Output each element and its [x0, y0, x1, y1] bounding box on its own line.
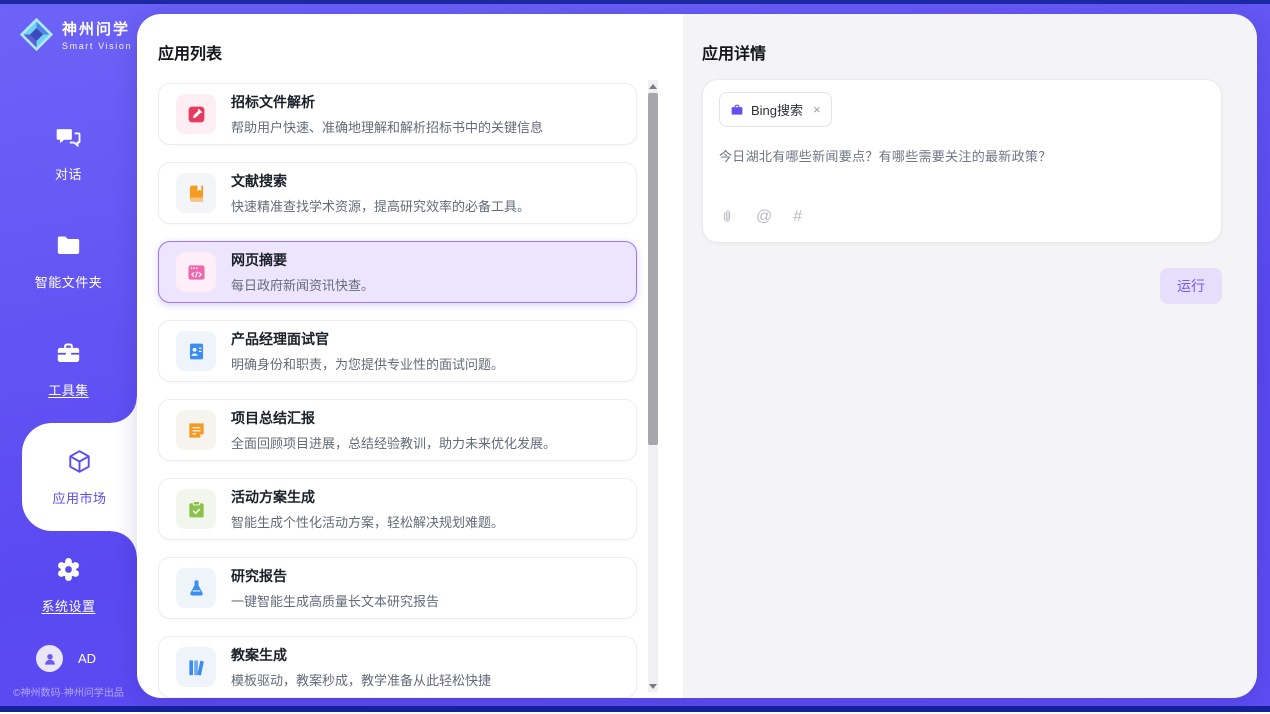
- paperclip-icon[interactable]: [719, 209, 735, 225]
- app-card-title: 活动方案生成: [231, 487, 504, 507]
- app-card-title: 产品经理面试官: [231, 329, 504, 349]
- sidebar-item-label: 对话: [55, 164, 82, 183]
- app-card-description: 全面回顾项目进展，总结经验教训，助力未来优化发展。: [231, 433, 556, 452]
- report-note-icon: [176, 410, 216, 450]
- app-card-title: 网页摘要: [231, 250, 374, 270]
- tool-tag-label: Bing搜索: [751, 100, 803, 119]
- prompt-input[interactable]: 今日湖北有哪些新闻要点？有哪些需要关注的最新政策？: [719, 146, 1205, 208]
- app-card-title: 招标文件解析: [231, 92, 543, 112]
- brand-diamond-icon: [18, 16, 55, 53]
- tag-close-icon[interactable]: ×: [813, 103, 821, 116]
- app-card[interactable]: 项目总结汇报 全面回顾项目进展，总结经验教训，助力未来优化发展。: [158, 399, 637, 461]
- app-card[interactable]: 文献搜索 快速精准查找学术资源，提高研究效率的必备工具。: [158, 162, 637, 224]
- sidebar-nav: 对话 智能文件夹 工具集: [0, 99, 137, 639]
- tool-tag-bing-search[interactable]: Bing搜索 ×: [719, 92, 832, 127]
- app-list-panel: 应用列表 招标文件解析 帮助用户快速、准确地理解和解析招标书中的关键信息: [137, 14, 683, 698]
- run-button[interactable]: 运行: [1160, 268, 1222, 304]
- scroll-down-arrow[interactable]: [648, 681, 658, 691]
- book-icon: [176, 173, 216, 213]
- clipboard-check-icon: [176, 489, 216, 529]
- toolbox-icon: [55, 340, 82, 372]
- browser-code-icon: [176, 252, 216, 292]
- user-row[interactable]: AD: [36, 645, 96, 672]
- interview-person-icon: [176, 331, 216, 371]
- app-background: 神州问学 Smart Vision 对话 智能文件夹: [0, 4, 1270, 706]
- app-card-title: 研究报告: [231, 566, 439, 586]
- app-card-list: 招标文件解析 帮助用户快速、准确地理解和解析招标书中的关键信息 文献搜索 快速精…: [158, 83, 637, 698]
- sidebar-item-app-market[interactable]: 应用市场: [22, 423, 137, 531]
- sidebar-item-label: 系统设置: [41, 596, 95, 615]
- app-card-description: 智能生成个性化活动方案，轻松解决规划难题。: [231, 512, 504, 531]
- avatar: [36, 645, 63, 672]
- app-detail-title: 应用详情: [702, 40, 1222, 64]
- list-scrollbar[interactable]: [648, 80, 658, 692]
- scroll-up-arrow[interactable]: [648, 81, 658, 91]
- gear-icon: [55, 556, 82, 588]
- run-row: 运行: [702, 268, 1222, 304]
- folder-icon: [55, 232, 82, 264]
- app-list-title: 应用列表: [158, 40, 637, 64]
- app-card-title: 项目总结汇报: [231, 408, 556, 428]
- app-card-title: 文献搜索: [231, 171, 530, 191]
- app-card[interactable]: 研究报告 一键智能生成高质量长文本研究报告: [158, 557, 637, 619]
- brand-name: 神州问学: [62, 18, 132, 39]
- sidebar-item-label: 应用市场: [52, 488, 106, 507]
- chat-icon: [55, 124, 82, 156]
- user-label: AD: [78, 651, 96, 666]
- books-icon: [176, 647, 216, 687]
- main-content: 应用列表 招标文件解析 帮助用户快速、准确地理解和解析招标书中的关键信息: [137, 14, 1257, 698]
- app-window: 神州问学 Smart Vision 对话 智能文件夹: [0, 0, 1270, 714]
- app-card-description: 快速精准查找学术资源，提高研究效率的必备工具。: [231, 196, 530, 215]
- app-detail-panel: 应用详情 Bing搜索 × 今日湖北有哪些新闻要点？有哪些需要关注的最新政策？ …: [683, 14, 1257, 698]
- app-card-description: 帮助用户快速、准确地理解和解析招标书中的关键信息: [231, 117, 543, 136]
- sidebar-item-label: 工具集: [48, 380, 89, 399]
- app-card-description: 一键智能生成高质量长文本研究报告: [231, 591, 439, 610]
- brand: 神州问学 Smart Vision: [0, 4, 137, 53]
- hash-icon[interactable]: #: [793, 208, 802, 226]
- app-card[interactable]: 招标文件解析 帮助用户快速、准确地理解和解析招标书中的关键信息: [158, 83, 637, 145]
- app-card-description: 模板驱动，教案秒成，教学准备从此轻松快捷: [231, 670, 491, 689]
- brand-subtitle: Smart Vision: [62, 41, 132, 51]
- attachment-toolbar: @ #: [719, 208, 1205, 228]
- app-card[interactable]: 网页摘要 每日政府新闻资讯快查。: [158, 241, 637, 303]
- briefcase-icon: [730, 103, 744, 117]
- cube-icon: [66, 448, 93, 480]
- app-card-description: 每日政府新闻资讯快查。: [231, 275, 374, 294]
- sidebar: 神州问学 Smart Vision 对话 智能文件夹: [0, 4, 137, 706]
- scrollbar-thumb[interactable]: [648, 93, 658, 445]
- app-card[interactable]: 产品经理面试官 明确身份和职责，为您提供专业性的面试问题。: [158, 320, 637, 382]
- sidebar-item-system-settings[interactable]: 系统设置: [0, 531, 137, 639]
- sidebar-item-smart-folders[interactable]: 智能文件夹: [0, 207, 137, 315]
- copyright-text: ©神州数码·神州问学出品: [0, 684, 137, 699]
- at-mention-icon[interactable]: @: [756, 208, 772, 226]
- app-card-title: 教案生成: [231, 645, 491, 665]
- prompt-card: Bing搜索 × 今日湖北有哪些新闻要点？有哪些需要关注的最新政策？ @ #: [702, 79, 1222, 243]
- sidebar-item-label: 智能文件夹: [35, 272, 103, 291]
- app-card-description: 明确身份和职责，为您提供专业性的面试问题。: [231, 354, 504, 373]
- app-card[interactable]: 教案生成 模板驱动，教案秒成，教学准备从此轻松快捷: [158, 636, 637, 698]
- sidebar-item-dialog[interactable]: 对话: [0, 99, 137, 207]
- research-flask-icon: [176, 568, 216, 608]
- edit-square-icon: [176, 94, 216, 134]
- window-top-edge: [0, 0, 1270, 4]
- app-card[interactable]: 活动方案生成 智能生成个性化活动方案，轻松解决规划难题。: [158, 478, 637, 540]
- window-bottom-edge: [0, 706, 1270, 712]
